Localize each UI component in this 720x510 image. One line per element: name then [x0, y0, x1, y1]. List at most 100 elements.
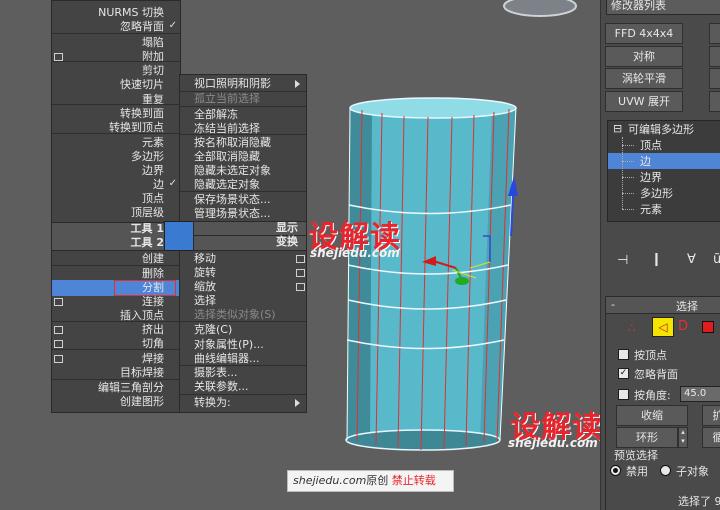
modifier-button-right-3[interactable]: 锥	[709, 91, 720, 112]
quad-right-item-7[interactable]: 隐藏选定对象	[180, 178, 306, 192]
make-unique-icon[interactable]: ∀	[687, 252, 696, 267]
shrink-button[interactable]: 收缩	[616, 405, 688, 426]
preview-subobject-radio[interactable]	[660, 465, 671, 476]
quad-left-item-2[interactable]: 塌陷	[52, 36, 180, 50]
show-end-result-icon[interactable]: ❙	[651, 252, 662, 267]
quad-left-bottom-item-8[interactable]: 目标焊接	[52, 366, 180, 380]
quad-right-bottom-item-4: 选择类似对象(S)	[194, 308, 276, 321]
cylinder-mesh[interactable]	[345, 97, 517, 451]
stack-subitem-4[interactable]: 元素	[640, 202, 720, 217]
quad-right-bottom-item-6[interactable]: 对象属性(P)...	[180, 338, 306, 352]
modifier-list-dropdown[interactable]: 修改器列表	[606, 0, 720, 15]
quad-left-item-12[interactable]: 边	[52, 178, 180, 192]
submenu-arrow-icon	[295, 80, 300, 88]
modifier-button-right-0[interactable]: 车	[709, 23, 720, 44]
top-object	[503, 0, 577, 17]
rollout-header[interactable]: - 选择	[606, 297, 720, 314]
settings-box-icon[interactable]	[54, 326, 63, 334]
preview-off-radio[interactable]	[610, 465, 621, 476]
quad-right-bottom-item-2[interactable]: 缩放	[180, 280, 306, 294]
settings-box-icon[interactable]	[296, 283, 305, 291]
settings-box-icon[interactable]	[54, 298, 63, 306]
stack-item-editable-poly[interactable]: 可编辑多边形	[628, 122, 720, 137]
quad-left-bottom-item-7[interactable]: 焊接	[52, 352, 180, 366]
settings-box-icon[interactable]	[296, 269, 305, 277]
settings-box-icon[interactable]	[54, 53, 63, 61]
by-angle-checkbox[interactable]	[618, 389, 629, 400]
quad-left-bottom-item-9[interactable]: 编辑三角剖分	[52, 381, 180, 395]
quad-right-item-0[interactable]: 视口照明和阴影	[180, 77, 306, 91]
menu-separator	[180, 321, 306, 322]
quad-right-item-8[interactable]: 保存场景状态...	[180, 193, 306, 207]
stack-subitem-1[interactable]: 边	[640, 154, 720, 169]
settings-box-icon[interactable]	[296, 255, 305, 263]
quad-left-bottom-item-1[interactable]: 删除	[52, 267, 180, 281]
angle-spinner[interactable]: 45.0	[680, 386, 720, 402]
ignore-backface-checkbox[interactable]: ✓	[618, 368, 629, 379]
quad-label-display: 显示	[276, 221, 298, 234]
modifier-button-right-2[interactable]: 由	[709, 68, 720, 89]
modifier-button-2[interactable]: 涡轮平滑	[605, 68, 683, 89]
checkmark-icon: ✓	[168, 20, 177, 31]
menu-separator	[180, 134, 306, 135]
quad-left-bottom-item-2[interactable]: 分割	[52, 281, 180, 295]
quad-right-bottom-item-5[interactable]: 克隆(C)	[180, 323, 306, 337]
border-mode-icon[interactable]: D	[678, 319, 688, 334]
quad-right-bottom-item-7[interactable]: 曲线编辑器...	[180, 352, 306, 366]
modifier-button-1[interactable]: 对称	[605, 46, 683, 67]
pin-stack-icon[interactable]: ⊣	[617, 253, 628, 268]
quad-right-item-5[interactable]: 全部取消隐藏	[180, 150, 306, 164]
settings-box-icon[interactable]	[54, 340, 63, 348]
ring-spinner[interactable]: ▴ ▾	[678, 427, 688, 448]
rollout-title: 选择	[676, 300, 698, 313]
quad-right-item-2[interactable]: 全部解冻	[180, 108, 306, 122]
quad-right-item-4[interactable]: 按名称取消隐藏	[180, 136, 306, 150]
quad-right-bottom-item-8[interactable]: 摄影表...	[180, 366, 306, 380]
tree-line	[622, 137, 623, 209]
quad-right-bottom-item-9[interactable]: 关联参数...	[180, 380, 306, 394]
quad-right-item-6[interactable]: 隐藏未选定对象	[180, 164, 306, 178]
perspective-viewport[interactable]: 设解读 shejiedu.com 设解读 shejiedu.com shejie…	[0, 0, 600, 510]
quad-left-item-4[interactable]: 剪切	[52, 64, 180, 78]
modifier-button-3[interactable]: UVW 展开	[605, 91, 683, 112]
selection-rollout: - 选择 ∴ ◁ D 按顶点 ✓ 忽略背面 按角度: 45.0 收缩 扩 环形 …	[605, 296, 720, 510]
polygon-mode-icon[interactable]	[702, 321, 714, 333]
stack-subitem-2[interactable]: 边界	[640, 170, 720, 185]
collapse-toggle-icon[interactable]: ⊟	[613, 122, 622, 135]
by-vertex-checkbox[interactable]	[618, 349, 629, 360]
modifier-button-0[interactable]: FFD 4x4x4	[605, 23, 683, 44]
quad-left-item-1[interactable]: 忽略背面	[52, 20, 180, 34]
quad-right-item-9[interactable]: 管理场景状态...	[180, 207, 306, 221]
quad-left-item-10[interactable]: 多边形	[52, 150, 180, 164]
watermark-footer: shejiedu.com原创 禁止转载	[287, 470, 454, 492]
quad-left-bottom-item-5[interactable]: 挤出	[52, 323, 180, 337]
quad-right-bottom-item-0[interactable]: 移动	[180, 252, 306, 266]
quad-left-item-11[interactable]: 边界	[52, 164, 180, 178]
modifier-button-right-1[interactable]: 挤	[709, 46, 720, 67]
menu-separator	[180, 91, 306, 92]
modifier-stack[interactable]: ⊟ 可编辑多边形 顶点边边界 多边形 元素	[607, 120, 720, 222]
quad-left-item-14[interactable]: 顶层级	[52, 206, 180, 220]
vertex-mode-icon[interactable]: ∴	[628, 321, 636, 335]
quad-left-item-7[interactable]: 转换到面	[52, 107, 180, 121]
quad-right-bottom-item-1[interactable]: 旋转	[180, 266, 306, 280]
quad-left-bottom-item-10[interactable]: 创建图形	[52, 395, 180, 409]
quad-label-tool2: 工具 2	[130, 236, 164, 249]
stack-subitem-3[interactable]: 多边形	[640, 186, 720, 201]
ring-button[interactable]: 环形	[616, 427, 678, 448]
menu-separator	[52, 61, 180, 62]
quad-left-bottom-item-0[interactable]: 创建	[52, 252, 180, 266]
quad-right-bottom-item-3[interactable]: 选择	[180, 294, 306, 308]
grow-button[interactable]: 扩	[702, 405, 720, 426]
edge-mode-icon[interactable]: ◁	[652, 317, 674, 337]
loop-button[interactable]: 循	[702, 427, 720, 448]
stack-subitem-0[interactable]: 顶点	[640, 138, 720, 153]
quad-left-bottom-item-3[interactable]: 连接	[52, 295, 180, 309]
quad-left-item-13[interactable]: 顶点	[52, 192, 180, 206]
quad-right-bottom-item-10[interactable]: 转换为:	[180, 396, 306, 410]
quad-left-item-0[interactable]: NURMS 切换	[52, 6, 180, 20]
quad-left-item-9[interactable]: 元素	[52, 136, 180, 150]
quad-left-item-5[interactable]: 快速切片	[52, 78, 180, 92]
remove-modifier-icon[interactable]: ũ	[713, 252, 720, 267]
settings-box-icon[interactable]	[54, 355, 63, 363]
